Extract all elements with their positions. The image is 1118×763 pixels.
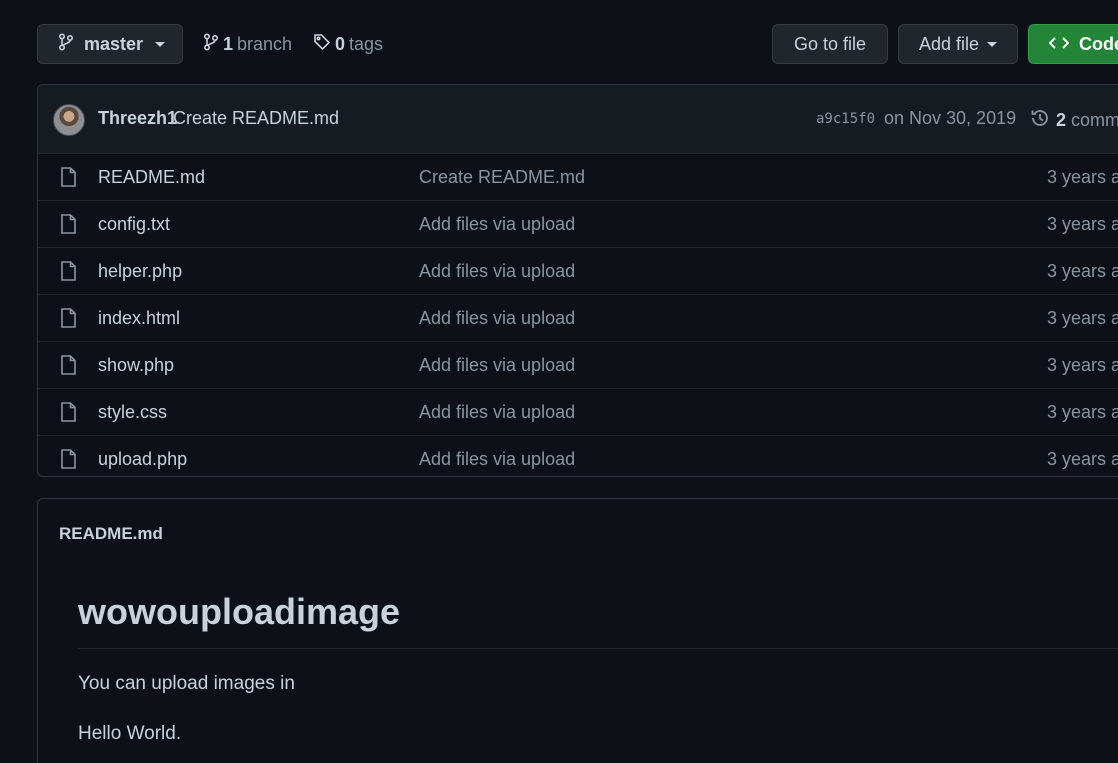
file-age: 3 years ag	[1047, 214, 1118, 234]
file-row[interactable]: show.php Add files via upload 3 years ag	[38, 341, 1118, 388]
commit-author[interactable]: Threezh1	[98, 108, 177, 129]
repo-toolbar: master 1 branch 0 tags Go to file Add fi…	[0, 0, 1118, 84]
commit-count: 2	[1056, 110, 1067, 130]
file-age: 3 years ag	[1047, 167, 1118, 187]
readme-filename[interactable]: README.md	[59, 524, 163, 544]
add-file-button[interactable]: Add file	[898, 24, 1018, 64]
go-to-file-button[interactable]: Go to file	[772, 24, 888, 64]
avatar[interactable]	[53, 104, 85, 136]
code-label: Code	[1079, 33, 1118, 54]
file-list: README.md Create README.md 3 years ag co…	[38, 154, 1118, 476]
file-commit-message[interactable]: Add files via upload	[419, 308, 575, 329]
readme-divider	[78, 648, 1118, 649]
code-icon	[1048, 34, 1070, 55]
file-browser: Threezh1 Create README.md a9c15f0 on Nov…	[37, 84, 1118, 477]
commit-date: on Nov 30, 2019	[884, 108, 1017, 128]
commit-count-label: comm	[1071, 110, 1118, 130]
history-icon	[1030, 108, 1050, 133]
file-icon	[60, 214, 77, 239]
file-row[interactable]: index.html Add files via upload 3 years …	[38, 294, 1118, 341]
file-name[interactable]: index.html	[98, 308, 180, 329]
file-name[interactable]: README.md	[98, 167, 205, 188]
code-button[interactable]: Code	[1028, 24, 1118, 64]
chevron-down-icon	[987, 41, 998, 47]
file-name[interactable]: show.php	[98, 355, 174, 376]
file-row[interactable]: helper.php Add files via upload 3 years …	[38, 247, 1118, 294]
file-name[interactable]: style.css	[98, 402, 167, 423]
readme-paragraph: You can upload images in	[78, 673, 295, 694]
file-age: 3 years ag	[1047, 261, 1118, 281]
file-row[interactable]: style.css Add files via upload 3 years a…	[38, 388, 1118, 435]
file-row[interactable]: config.txt Add files via upload 3 years …	[38, 200, 1118, 247]
tags-link[interactable]: 0 tags	[313, 33, 383, 56]
file-row[interactable]: upload.php Add files via upload 3 years …	[38, 435, 1118, 476]
file-age: 3 years ag	[1047, 308, 1118, 328]
file-commit-message[interactable]: Add files via upload	[419, 261, 575, 282]
branch-count: 1	[223, 34, 234, 54]
file-age: 3 years ag	[1047, 402, 1118, 422]
git-branch-icon	[203, 33, 219, 56]
branches-link[interactable]: 1 branch	[203, 33, 292, 56]
commit-sha[interactable]: a9c15f0	[816, 111, 875, 127]
readme-paragraph: Hello World.	[78, 723, 182, 744]
repo-page: master 1 branch 0 tags Go to file Add fi…	[0, 0, 1118, 763]
file-commit-message[interactable]: Add files via upload	[419, 402, 575, 423]
file-age: 3 years ag	[1047, 449, 1118, 469]
latest-commit-bar: Threezh1 Create README.md a9c15f0 on Nov…	[38, 85, 1118, 154]
go-to-file-label: Go to file	[793, 33, 867, 54]
file-commit-message[interactable]: Add files via upload	[419, 355, 575, 376]
file-icon	[60, 167, 77, 192]
file-age: 3 years ag	[1047, 355, 1118, 375]
file-icon	[60, 355, 77, 380]
file-icon	[60, 402, 77, 427]
tag-icon	[313, 33, 331, 56]
file-row[interactable]: README.md Create README.md 3 years ag	[38, 154, 1118, 200]
git-branch-icon	[58, 32, 74, 56]
readme-title: wowouploadimage	[78, 591, 401, 632]
branch-label: branch	[237, 34, 293, 54]
file-commit-message[interactable]: Add files via upload	[419, 449, 575, 470]
file-name[interactable]: config.txt	[98, 214, 170, 235]
commit-message[interactable]: Create README.md	[173, 108, 339, 129]
file-commit-message[interactable]: Add files via upload	[419, 214, 575, 235]
file-icon	[60, 308, 77, 333]
file-commit-message[interactable]: Create README.md	[419, 167, 585, 188]
chevron-down-icon	[155, 41, 166, 47]
branch-name: master	[84, 33, 144, 54]
tag-count: 0	[335, 34, 346, 54]
file-icon	[60, 449, 77, 474]
file-name[interactable]: helper.php	[98, 261, 182, 282]
add-file-label: Add file	[918, 33, 980, 54]
branch-select-button[interactable]: master	[37, 24, 183, 64]
commit-history-link[interactable]: 2 comm	[1030, 108, 1118, 133]
readme-panel: README.md wowouploadimage You can upload…	[37, 498, 1118, 763]
tag-label: tags	[349, 34, 384, 54]
file-name[interactable]: upload.php	[98, 449, 187, 470]
file-icon	[60, 261, 77, 286]
